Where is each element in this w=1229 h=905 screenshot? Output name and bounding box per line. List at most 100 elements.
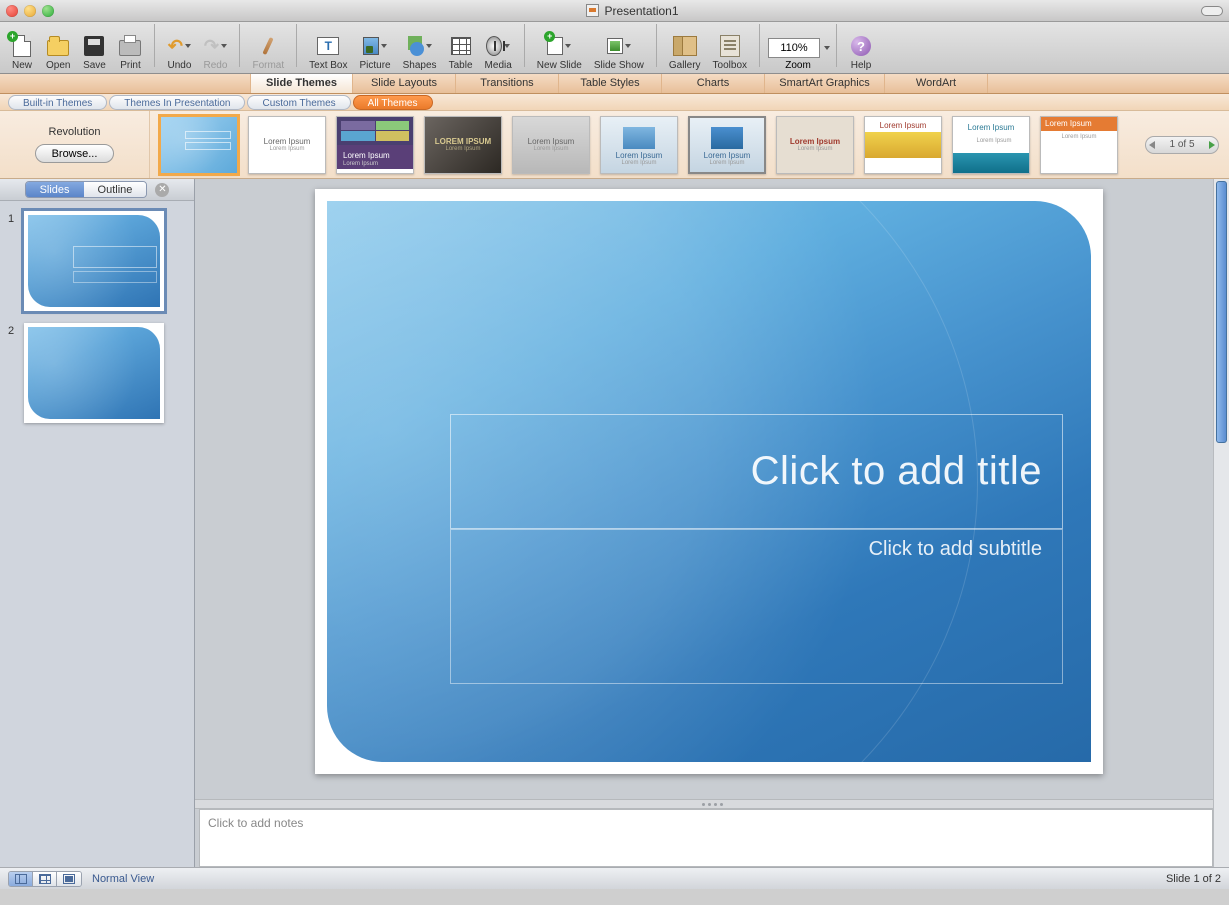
slideshow-button[interactable]: Slide Show <box>588 32 650 71</box>
gallery-icon <box>673 36 697 56</box>
slideshow-icon <box>607 38 623 54</box>
theme-thumb[interactable]: Lorem IpsumLorem Ipsum <box>336 116 414 174</box>
status-bar: Normal View Slide 1 of 2 <box>0 867 1229 889</box>
tab-table-styles[interactable]: Table Styles <box>559 74 662 93</box>
window-title-text: Presentation1 <box>604 4 678 18</box>
vertical-scrollbar[interactable] <box>1213 179 1229 867</box>
tab-wordart[interactable]: WordArt <box>885 74 988 93</box>
minimize-window-icon[interactable] <box>24 5 36 17</box>
slide-thumb-2[interactable]: 2 <box>8 323 186 423</box>
tab-smartart[interactable]: SmartArt Graphics <box>765 74 885 93</box>
theme-thumb[interactable]: Lorem IpsumLorem Ipsum <box>248 116 326 174</box>
textbox-icon: T <box>317 37 339 55</box>
pane-splitter[interactable] <box>195 799 1229 809</box>
ribbon-tabs: Slide Themes Slide Layouts Transitions T… <box>0 74 1229 94</box>
view-buttons <box>8 871 82 887</box>
theme-thumb[interactable]: Lorem IpsumLorem Ipsum <box>512 116 590 174</box>
undo-icon: ↶ <box>168 36 183 57</box>
new-button[interactable]: +New <box>4 32 40 71</box>
theme-thumb[interactable]: Lorem IpsumLorem Ipsum <box>952 116 1030 174</box>
tab-slides[interactable]: Slides <box>26 182 84 197</box>
subtab-custom[interactable]: Custom Themes <box>247 95 350 110</box>
main-area: Slides Outline ✕ 1 2 Click to add title … <box>0 179 1229 867</box>
new-slide-button[interactable]: +New Slide <box>531 32 588 71</box>
theme-thumb-revolution[interactable] <box>160 116 238 174</box>
table-button[interactable]: Table <box>443 32 479 71</box>
theme-thumb[interactable]: Lorem IpsumLorem Ipsum <box>600 116 678 174</box>
subtab-all[interactable]: All Themes <box>353 95 433 110</box>
theme-thumb[interactable]: Lorem IpsumLorem Ipsum <box>776 116 854 174</box>
slide-thumbnails: 1 2 <box>0 201 194 867</box>
save-button[interactable]: Save <box>76 32 112 71</box>
redo-button[interactable]: ↷Redo <box>197 32 233 71</box>
theme-pager[interactable]: 1 of 5 <box>1145 136 1219 154</box>
titlebar: Presentation1 <box>0 0 1229 22</box>
normal-view-icon <box>15 874 27 884</box>
folder-icon <box>47 40 69 56</box>
print-button[interactable]: Print <box>112 32 148 71</box>
toolbox-icon <box>720 35 740 57</box>
toolbox-button[interactable]: Toolbox <box>707 32 753 71</box>
theme-thumb[interactable]: Lorem IpsumLorem Ipsum <box>1040 116 1118 174</box>
tab-transitions[interactable]: Transitions <box>456 74 559 93</box>
window-title: Presentation1 <box>64 4 1201 18</box>
sorter-view-icon <box>39 874 51 884</box>
plus-icon: + <box>7 31 18 42</box>
chevron-right-icon[interactable] <box>1209 141 1215 149</box>
table-icon <box>451 37 471 55</box>
media-button[interactable]: Media <box>479 32 518 71</box>
zoom-window-icon[interactable] <box>42 5 54 17</box>
textbox-button[interactable]: TText Box <box>303 32 353 71</box>
editor-area: Click to add title Click to add subtitle… <box>195 179 1229 867</box>
slide-thumb-1[interactable]: 1 <box>8 211 186 311</box>
panel-tabs: Slides Outline ✕ <box>0 179 194 201</box>
slide-panel: Slides Outline ✕ 1 2 <box>0 179 195 867</box>
slide-number: 1 <box>8 211 18 311</box>
zoom-label: Zoom <box>785 60 811 71</box>
subtab-in-presentation[interactable]: Themes In Presentation <box>109 95 245 110</box>
window-controls <box>6 5 54 17</box>
picture-icon <box>363 37 379 55</box>
theme-thumbnails: Lorem IpsumLorem Ipsum Lorem IpsumLorem … <box>150 116 1145 174</box>
slide-canvas[interactable]: Click to add title Click to add subtitle <box>315 189 1103 774</box>
standard-toolbar: +New Open Save Print ↶Undo ↷Redo Format … <box>0 22 1229 74</box>
browse-themes-button[interactable]: Browse... <box>35 144 115 163</box>
slide-number: 2 <box>8 323 18 423</box>
slide-canvas-wrap[interactable]: Click to add title Click to add subtitle <box>195 179 1229 799</box>
view-slideshow-button[interactable] <box>57 872 81 886</box>
undo-button[interactable]: ↶Undo <box>161 32 197 71</box>
format-button[interactable]: Format <box>246 32 290 71</box>
tab-slide-themes[interactable]: Slide Themes <box>250 74 353 93</box>
open-button[interactable]: Open <box>40 32 76 71</box>
media-icon <box>486 36 502 56</box>
subtab-builtin[interactable]: Built-in Themes <box>8 95 107 110</box>
pager-text: 1 of 5 <box>1169 139 1194 150</box>
subtitle-placeholder[interactable]: Click to add subtitle <box>450 529 1063 684</box>
gallery-button[interactable]: Gallery <box>663 32 707 71</box>
zoom-control[interactable]: 110% Zoom <box>766 38 830 71</box>
current-theme-name: Revolution <box>49 126 101 138</box>
brush-icon <box>263 37 274 55</box>
close-window-icon[interactable] <box>6 5 18 17</box>
tab-charts[interactable]: Charts <box>662 74 765 93</box>
theme-thumb[interactable]: LOREM IPSUMLorem Ipsum <box>424 116 502 174</box>
view-label: Normal View <box>92 873 154 885</box>
zoom-value[interactable]: 110% <box>768 38 820 58</box>
shapes-button[interactable]: Shapes <box>397 32 443 71</box>
close-panel-icon[interactable]: ✕ <box>155 183 169 197</box>
toolbar-toggle-icon[interactable] <box>1201 6 1223 16</box>
view-sorter-button[interactable] <box>33 872 57 886</box>
theme-thumb[interactable]: Lorem Ipsum <box>864 116 942 174</box>
tab-slide-layouts[interactable]: Slide Layouts <box>353 74 456 93</box>
chevron-left-icon[interactable] <box>1149 141 1155 149</box>
notes-pane[interactable]: Click to add notes <box>199 809 1213 867</box>
picture-button[interactable]: Picture <box>354 32 397 71</box>
theme-thumb[interactable]: Lorem IpsumLorem Ipsum <box>688 116 766 174</box>
slide-counter: Slide 1 of 2 <box>1166 873 1221 885</box>
document-icon <box>586 4 599 17</box>
tab-outline[interactable]: Outline <box>84 182 147 197</box>
theme-gallery: Revolution Browse... Lorem IpsumLorem Ip… <box>0 111 1229 179</box>
help-button[interactable]: ?Help <box>843 32 879 71</box>
title-placeholder[interactable]: Click to add title <box>450 414 1063 529</box>
view-normal-button[interactable] <box>9 872 33 886</box>
